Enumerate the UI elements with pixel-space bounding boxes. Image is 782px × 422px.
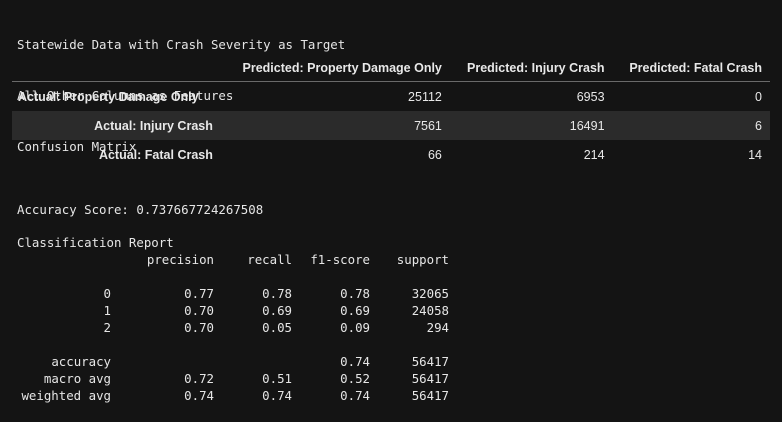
report-row: weighted avg 0.74 0.74 0.74 56417	[17, 387, 457, 404]
report-row: 1 0.70 0.69 0.69 24058	[17, 302, 457, 319]
report-cell: 0.74	[340, 388, 370, 403]
table-cell: 0	[755, 89, 762, 104]
report-cell: 0.70	[184, 303, 214, 318]
report-cell: 32065	[411, 286, 449, 301]
report-cell: 0.78	[340, 286, 370, 301]
report-row: 2 0.70 0.05 0.09 294	[17, 319, 457, 336]
row-header-actual-property-damage: Actual: Property Damage Only	[18, 89, 199, 104]
report-cell: 2	[103, 320, 111, 335]
row-header-actual-injury: Actual: Injury Crash	[94, 118, 213, 133]
report-column-header: precision	[146, 252, 214, 267]
report-column-header: recall	[247, 252, 292, 267]
report-cell: accuracy	[51, 354, 111, 369]
column-header-pred-fatal: Predicted: Fatal Crash	[612, 55, 770, 82]
output-title-line: Statewide Data with Crash Severity as Ta…	[17, 37, 346, 52]
report-row: macro avg 0.72 0.51 0.52 56417	[17, 370, 457, 387]
table-cell: 214	[583, 147, 605, 162]
report-cell: macro avg	[43, 371, 111, 386]
report-cell: 0.51	[262, 371, 292, 386]
report-row: accuracy 0.74 56417	[17, 353, 457, 370]
confusion-matrix-table: Predicted: Property Damage Only Predicte…	[12, 55, 770, 169]
report-cell: 0.52	[340, 371, 370, 386]
report-cell: weighted avg	[21, 388, 111, 403]
report-cell: 0.05	[262, 320, 292, 335]
report-cell: 1	[103, 303, 111, 318]
report-cell: 0.74	[262, 388, 292, 403]
report-column-header: support	[396, 252, 449, 267]
report-cell: 0.74	[340, 354, 370, 369]
report-cell: 0.70	[184, 320, 214, 335]
row-header-actual-fatal: Actual: Fatal Crash	[98, 147, 213, 162]
table-cell: 66	[427, 147, 442, 162]
report-cell: 0.74	[184, 388, 214, 403]
classification-report: precision recall f1-score support 0 0.77 0.78 0…	[17, 251, 457, 404]
table-corner-cell	[12, 55, 221, 82]
table-cell: 7561	[414, 118, 442, 133]
table-cell: 6	[755, 118, 762, 133]
report-header-row: precision recall f1-score support	[17, 251, 457, 268]
report-cell: 0.77	[184, 286, 214, 301]
report-cell: 0	[103, 286, 111, 301]
report-cell: 56417	[411, 354, 449, 369]
column-header-pred-property-damage: Predicted: Property Damage Only	[220, 55, 450, 82]
report-cell: 0.09	[340, 320, 370, 335]
report-row	[17, 268, 457, 285]
report-cell: 0.69	[340, 303, 370, 318]
classification-report-title: Classification Report	[17, 235, 174, 250]
column-header-pred-injury: Predicted: Injury Crash	[449, 55, 613, 82]
report-cell: 56417	[411, 388, 449, 403]
report-cell: 56417	[411, 371, 449, 386]
report-cell: 0.69	[262, 303, 292, 318]
report-row: 0 0.77 0.78 0.78 32065	[17, 285, 457, 302]
report-row	[17, 336, 457, 353]
report-column-header: f1-score	[310, 252, 370, 267]
accuracy-score-text: Accuracy Score: 0.737667724267508	[17, 202, 264, 217]
report-cell: 0.78	[262, 286, 292, 301]
table-cell: 16491	[569, 118, 605, 133]
report-cell: 294	[426, 320, 449, 335]
table-cell: 6953	[576, 89, 605, 104]
table-cell: 25112	[408, 89, 442, 104]
report-cell: 24058	[411, 303, 449, 318]
report-cell: 0.72	[184, 371, 214, 386]
table-row: Actual: Fatal Crash 66 214 14	[12, 140, 770, 169]
table-row: Actual: Injury Crash 7561 16491 6	[12, 111, 770, 140]
table-cell: 14	[748, 147, 762, 162]
table-header-row: Predicted: Property Damage Only Predicte…	[12, 55, 770, 82]
table-row: Actual: Property Damage Only 25112 6953 …	[12, 82, 770, 112]
